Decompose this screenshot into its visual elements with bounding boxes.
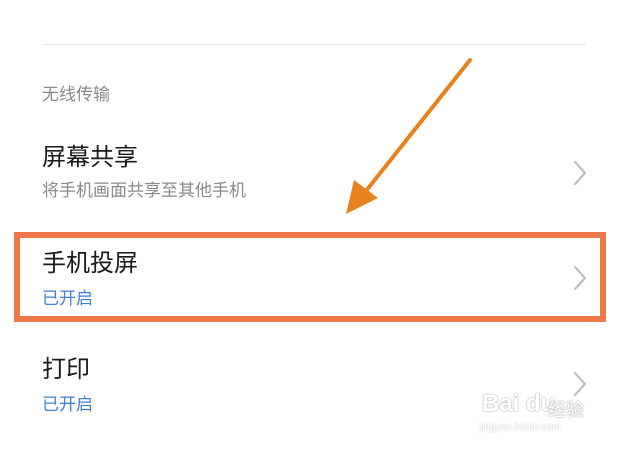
row-title: 打印 [42,355,90,383]
settings-row-screen-share[interactable]: 屏幕共享 将手机画面共享至其他手机 [0,128,626,216]
chevron-right-icon [573,265,587,291]
chevron-right-icon [573,160,587,186]
row-title: 屏幕共享 [42,143,138,171]
settings-row-phone-cast[interactable]: 手机投屏 已开启 [0,236,626,318]
row-status: 已开启 [42,395,93,415]
row-title: 手机投屏 [42,249,138,277]
row-status: 已开启 [42,289,93,309]
settings-row-print[interactable]: 打印 已开启 [0,340,626,430]
row-subtitle: 将手机画面共享至其他手机 [42,181,246,201]
top-divider [42,44,586,45]
section-header-wireless: 无线传输 [42,85,110,105]
chevron-right-icon [573,371,587,397]
